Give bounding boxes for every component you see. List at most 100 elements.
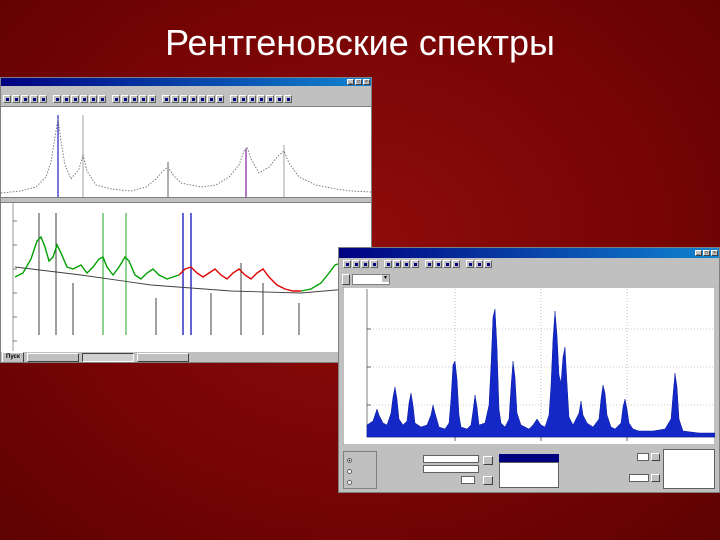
toolbar-icon[interactable] [216,95,224,103]
toolbar-icon[interactable] [384,260,392,268]
window-maximize-icon[interactable]: □ [355,79,362,85]
toolbar-icon[interactable] [148,95,156,103]
toolbar-icon[interactable] [3,95,11,103]
toolbar-icon-glyph [487,263,490,266]
toolbar-icon[interactable] [361,260,369,268]
spectrum-plot-upper-svg [1,115,371,197]
background-fit-line [14,266,371,294]
selected-list-item[interactable] [499,454,559,462]
toolbar-icon[interactable] [171,95,179,103]
toolbar-icon[interactable] [425,260,433,268]
toolbar-icon[interactable] [21,95,29,103]
window-maximize-icon[interactable]: □ [703,250,710,256]
toolbar-icon[interactable] [12,95,20,103]
radio-option[interactable] [347,458,354,463]
toolbar-icon-glyph [192,98,195,101]
toolbar-icon[interactable] [30,95,38,103]
control-panel [343,447,717,491]
window-minimize-icon[interactable]: _ [695,250,702,256]
toolbar-icon[interactable] [198,95,206,103]
toolbar-icon[interactable] [189,95,197,103]
window-minimize-icon[interactable]: _ [347,79,354,85]
toolbar-icon[interactable] [121,95,129,103]
window-2-tabbar: ▼ [342,274,390,285]
spectrum-fit-green-tail [300,262,342,292]
toolbar-icon[interactable] [266,95,274,103]
toolbar-icon[interactable] [71,95,79,103]
toolbar-icon[interactable] [275,95,283,103]
radio-dot[interactable] [347,480,352,485]
toolbar-icon[interactable] [89,95,97,103]
window-close-icon[interactable]: × [363,79,370,85]
param-field[interactable] [629,474,649,482]
toolbar-icon[interactable] [484,260,492,268]
toolbar-icon[interactable] [443,260,451,268]
toolbar-icon-glyph [414,263,417,266]
toolbar-icon[interactable] [352,260,360,268]
toolbar-icon[interactable] [239,95,247,103]
toolbar-icon-glyph [142,98,145,101]
toolbar-separator [461,260,465,268]
view-combo[interactable]: ▼ [352,274,390,285]
chevron-down-icon[interactable]: ▼ [382,275,389,282]
toolbar-icon[interactable] [98,95,106,103]
step-button[interactable] [483,476,493,485]
toolbar-icon[interactable] [207,95,215,103]
spectrum-window-2: _ □ × ▼ [338,247,720,493]
param-field[interactable] [637,453,649,461]
toolbar-icon[interactable] [452,260,460,268]
toolbar-icon[interactable] [284,95,292,103]
param-field[interactable] [423,465,479,473]
spectrum-plot-upper[interactable] [1,106,371,198]
spectrum-plot-blue[interactable] [342,286,716,446]
toolbar-icon[interactable] [62,95,70,103]
toolbar-icon-glyph [455,263,458,266]
toolbar-icon[interactable] [39,95,47,103]
window-1-titlebar[interactable]: _ □ × [1,78,371,86]
radio-option[interactable] [347,469,354,474]
toolbar-icon[interactable] [162,95,170,103]
radio-option[interactable] [347,480,354,485]
toolbar-icon[interactable] [112,95,120,103]
spectrum-fit-green [14,235,180,280]
toolbar-icon[interactable] [139,95,147,103]
toolbar-icon[interactable] [53,95,61,103]
toolbar-icon-glyph [346,263,349,266]
toolbar-icon[interactable] [230,95,238,103]
param-field[interactable] [423,455,479,463]
toolbar-icon[interactable] [130,95,138,103]
toolbar-icon-glyph [6,98,9,101]
toolbar-icon[interactable] [475,260,483,268]
param-field[interactable] [461,476,475,484]
spectrum-window-1: _ □ × Пуск [0,77,372,363]
toolbar-icon[interactable] [257,95,265,103]
toolbar-icon-glyph [446,263,449,266]
toolbar-icon[interactable] [402,260,410,268]
window-close-icon[interactable]: × [711,250,718,256]
toolbar-icon[interactable] [80,95,88,103]
taskbar-task-button[interactable] [81,353,134,362]
radio-dot[interactable] [347,458,352,463]
toolbar-icon[interactable] [393,260,401,268]
toolbar-icon-glyph [287,98,290,101]
toolbar-icon-glyph [260,98,263,101]
item-list[interactable] [499,462,559,488]
toolbar-icon[interactable] [370,260,378,268]
toolbar-icon[interactable] [411,260,419,268]
toolbar-icon[interactable] [180,95,188,103]
spin-button[interactable] [651,474,660,482]
radio-dot[interactable] [347,469,352,474]
window-2-titlebar[interactable]: _ □ × [339,248,719,258]
start-button[interactable]: Пуск [2,352,24,362]
toolbar-icon[interactable] [248,95,256,103]
spin-button[interactable] [651,453,660,461]
toolbar-icon-glyph [278,98,281,101]
tab-main[interactable] [342,274,350,285]
toolbar-icon[interactable] [466,260,474,268]
taskbar-task-button[interactable] [26,353,79,362]
taskbar-task-button[interactable] [136,353,189,362]
toolbar-icon[interactable] [343,260,351,268]
toolbar-icon[interactable] [434,260,442,268]
apply-button[interactable] [483,456,493,465]
spectrum-plot-lower[interactable] [1,202,371,351]
